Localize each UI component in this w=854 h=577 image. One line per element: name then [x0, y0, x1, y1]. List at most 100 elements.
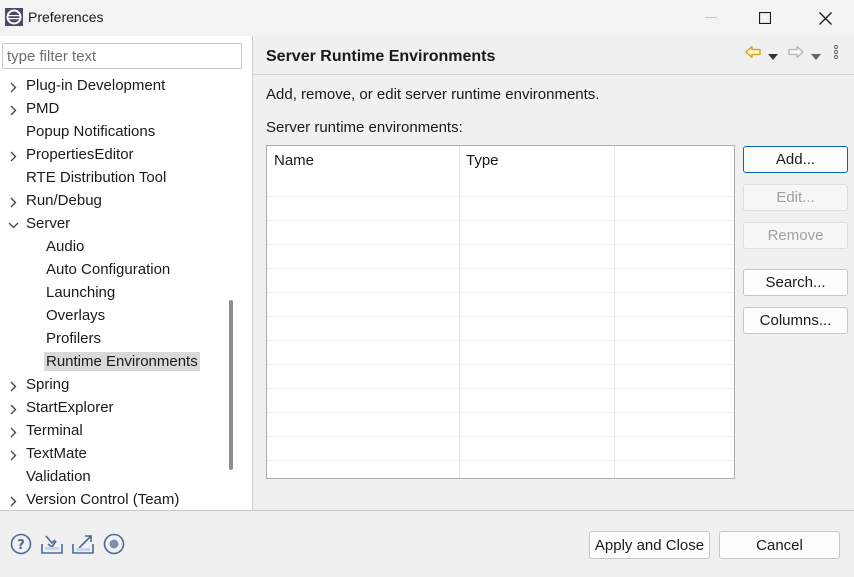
table-row-divider — [267, 244, 734, 245]
table-row-divider — [267, 292, 734, 293]
back-menu-icon[interactable] — [768, 48, 778, 65]
forward-arrow-icon[interactable] — [788, 45, 804, 63]
maximize-button[interactable] — [736, 0, 794, 36]
tree-item-label: Profilers — [46, 330, 102, 347]
tree-item[interactable]: Runtime Environments — [0, 350, 228, 373]
table-row-divider — [267, 460, 734, 461]
columns-button[interactable]: Columns... — [743, 307, 848, 334]
tree-item[interactable]: Plug-in Development — [0, 74, 228, 97]
table-row-divider — [267, 436, 734, 437]
tree-scrollbar-thumb[interactable] — [229, 300, 233, 470]
column-header-type[interactable]: Type — [459, 146, 614, 174]
window-title: Preferences — [28, 9, 104, 25]
tree-item[interactable]: Auto Configuration — [0, 258, 228, 281]
table-row-divider — [267, 316, 734, 317]
maximize-icon — [759, 12, 771, 24]
tree-item[interactable]: Popup Notifications — [0, 120, 228, 143]
tree-item-label: TextMate — [26, 445, 87, 462]
page-description: Add, remove, or edit server runtime envi… — [266, 86, 600, 103]
column-header-name[interactable]: Name — [267, 146, 459, 174]
page-title: Server Runtime Environments — [266, 48, 496, 65]
chevron-right-icon[interactable] — [8, 103, 18, 116]
help-icon[interactable]: ? — [10, 533, 34, 557]
tree-item-label: Audio — [46, 238, 85, 255]
eclipse-app-icon — [4, 7, 24, 27]
tree-item-label: PMD — [26, 100, 60, 117]
chevron-right-icon[interactable] — [8, 425, 18, 438]
search-button[interactable]: Search... — [743, 269, 848, 296]
header-separator — [253, 74, 854, 75]
chevron-down-icon[interactable] — [8, 218, 19, 229]
close-button[interactable] — [796, 0, 854, 36]
column-header-extra[interactable] — [614, 146, 734, 174]
tree-item[interactable]: Profilers — [0, 327, 228, 350]
minimize-icon — [705, 17, 717, 18]
chevron-right-icon[interactable] — [8, 494, 18, 507]
remove-button[interactable]: Remove — [743, 222, 848, 249]
chevron-right-icon[interactable] — [8, 149, 18, 162]
tree-item-label: Plug-in Development — [26, 77, 166, 94]
record-icon[interactable] — [103, 533, 127, 557]
tree-item[interactable]: Validation — [0, 465, 228, 488]
tree-item[interactable]: PropertiesEditor — [0, 143, 228, 166]
forward-menu-icon[interactable] — [811, 48, 821, 65]
svg-text:?: ? — [17, 538, 25, 553]
tree-item-label: Validation — [26, 468, 91, 485]
tree-item-label: Popup Notifications — [26, 123, 156, 140]
tree-item-label: Overlays — [46, 307, 106, 324]
tree-item[interactable]: Audio — [0, 235, 228, 258]
table-row-divider — [267, 340, 734, 341]
table-row-divider — [267, 388, 734, 389]
tree-item[interactable]: Version Control (Team) — [0, 488, 228, 510]
tree-item[interactable]: StartExplorer — [0, 396, 228, 419]
tree-item[interactable]: TextMate — [0, 442, 228, 465]
chevron-right-icon[interactable] — [8, 379, 18, 392]
apply-and-close-button[interactable]: Apply and Close — [589, 531, 710, 559]
tree-item-label: Terminal — [26, 422, 83, 439]
table-row-divider — [267, 268, 734, 269]
runtime-environments-table[interactable]: Name Type — [266, 145, 735, 479]
table-row-divider — [267, 412, 734, 413]
preferences-tree-panel: Plug-in Development PMD Popup Notification… — [0, 36, 252, 510]
import-icon[interactable] — [40, 533, 64, 557]
chevron-right-icon[interactable] — [8, 195, 18, 208]
view-menu-icon[interactable] — [833, 44, 839, 64]
tree-item-label: Version Control (Team) — [26, 491, 180, 508]
tree-item[interactable]: Launching — [0, 281, 228, 304]
tree-item-label: Run/Debug — [26, 192, 102, 209]
tree-item-label: PropertiesEditor — [26, 146, 134, 163]
export-icon[interactable] — [71, 533, 95, 557]
runtime-list-label: Server runtime environments: — [266, 119, 463, 136]
tree-item-label: Launching — [46, 284, 116, 301]
edit-button[interactable]: Edit... — [743, 184, 848, 211]
minimize-button[interactable] — [682, 0, 740, 36]
tree-item-label: Runtime Environments — [44, 352, 200, 371]
filter-input[interactable] — [2, 43, 242, 69]
chevron-right-icon[interactable] — [8, 448, 18, 461]
tree-item-label: Spring — [26, 376, 70, 393]
tree-item[interactable]: RTE Distribution Tool — [0, 166, 228, 189]
tree-item[interactable]: Overlays — [0, 304, 228, 327]
tree-item[interactable]: Run/Debug — [0, 189, 228, 212]
tree-item-label: StartExplorer — [26, 399, 114, 416]
tree-item[interactable]: Server — [0, 212, 228, 235]
cancel-button[interactable]: Cancel — [719, 531, 840, 559]
chevron-right-icon[interactable] — [8, 402, 18, 415]
add-button[interactable]: Add... — [743, 146, 848, 173]
preference-page: Server Runtime Environments Add, remove,… — [253, 36, 854, 510]
back-arrow-icon[interactable] — [745, 45, 761, 63]
tree-item[interactable]: PMD — [0, 97, 228, 120]
chevron-right-icon[interactable] — [8, 80, 18, 93]
tree-item[interactable]: Terminal — [0, 419, 228, 442]
dialog-footer: ? Apply and Close Cancel — [0, 511, 854, 577]
close-icon — [818, 11, 832, 25]
tree-item-label: Auto Configuration — [46, 261, 171, 278]
title-bar: Preferences — [0, 0, 854, 36]
tree-item-label: Server — [26, 215, 71, 232]
table-row-divider — [267, 196, 734, 197]
tree-item-label: RTE Distribution Tool — [26, 169, 167, 186]
table-row-divider — [267, 364, 734, 365]
tree-item[interactable]: Spring — [0, 373, 228, 396]
preferences-tree: Plug-in Development PMD Popup Notification… — [0, 74, 228, 510]
table-row-divider — [267, 220, 734, 221]
